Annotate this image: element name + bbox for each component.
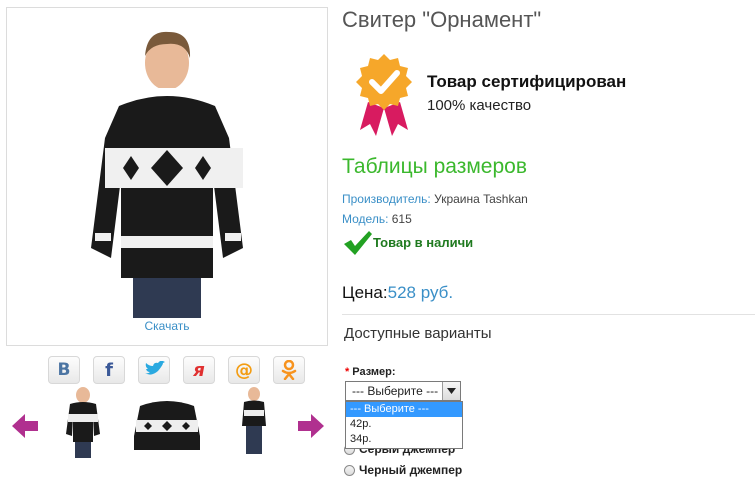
twitter-share-button[interactable] xyxy=(138,356,170,384)
download-link[interactable]: Скачать xyxy=(7,319,327,333)
divider xyxy=(342,314,755,315)
size-dropdown-list: --- Выберите --- 42р. 34р. xyxy=(345,401,463,449)
radio-black[interactable] xyxy=(344,464,355,476)
manufacturer-value: Украина Tashkan xyxy=(434,192,528,206)
facebook-share-button[interactable]: f xyxy=(93,356,125,384)
size-select[interactable]: --- Выберите --- xyxy=(345,381,461,401)
size-label: * Размер: xyxy=(345,366,396,378)
price-value: 528 руб. xyxy=(387,283,454,302)
yaru-icon: я xyxy=(193,359,205,381)
yaru-share-button[interactable]: я xyxy=(183,356,215,384)
vk-icon: В xyxy=(57,360,71,380)
vk-share-button[interactable]: В xyxy=(48,356,80,384)
twitter-icon xyxy=(145,361,165,375)
thumbnail-2[interactable] xyxy=(130,386,204,460)
size-select-value: --- Выберите --- xyxy=(352,384,439,398)
odnoklassniki-share-button[interactable] xyxy=(273,356,305,384)
certificate-title: Товар сертифицирован xyxy=(427,72,627,91)
thumbnail-3[interactable] xyxy=(236,386,272,460)
next-arrow-icon[interactable] xyxy=(298,414,324,438)
color-option-black[interactable]: Черный джемпер xyxy=(344,463,462,477)
mailru-share-button[interactable]: @ xyxy=(228,356,260,384)
size-label-text: Размер: xyxy=(352,366,396,378)
manufacturer-info: Производитель: Украина Tashkan xyxy=(342,192,528,206)
size-option[interactable]: 42р. xyxy=(346,417,462,432)
prev-arrow-icon[interactable] xyxy=(12,414,38,438)
certificate-badge-icon xyxy=(356,54,412,136)
color-option-black-label: Черный джемпер xyxy=(359,463,463,477)
certificate-subtitle: 100% качество xyxy=(427,97,532,114)
facebook-icon: f xyxy=(105,359,113,381)
odnoklassniki-icon xyxy=(281,360,297,380)
manufacturer-label[interactable]: Производитель: xyxy=(342,192,431,206)
size-option[interactable]: --- Выберите --- xyxy=(346,402,462,417)
size-table-link[interactable]: Таблицы размеров xyxy=(342,155,527,179)
model-value: 615 xyxy=(391,212,412,226)
required-mark: * xyxy=(345,366,350,378)
chevron-down-icon[interactable] xyxy=(442,382,460,400)
main-product-image[interactable]: Скачать xyxy=(6,7,328,346)
in-stock-check-icon xyxy=(344,231,372,255)
thumbnail-1[interactable] xyxy=(64,386,102,460)
model-info: Модель: 615 xyxy=(342,212,412,226)
size-option[interactable]: 34р. xyxy=(346,432,462,447)
model-label: Модель: xyxy=(342,212,389,226)
product-photo xyxy=(91,31,243,318)
price: Цена:528 руб. xyxy=(342,283,453,303)
stock-status: Товар в наличи xyxy=(373,235,474,250)
mailru-icon: @ xyxy=(235,359,253,381)
variants-title: Доступные варианты xyxy=(344,325,492,342)
product-title: Свитер "Орнамент" xyxy=(342,7,542,32)
price-label: Цена: xyxy=(342,283,388,302)
